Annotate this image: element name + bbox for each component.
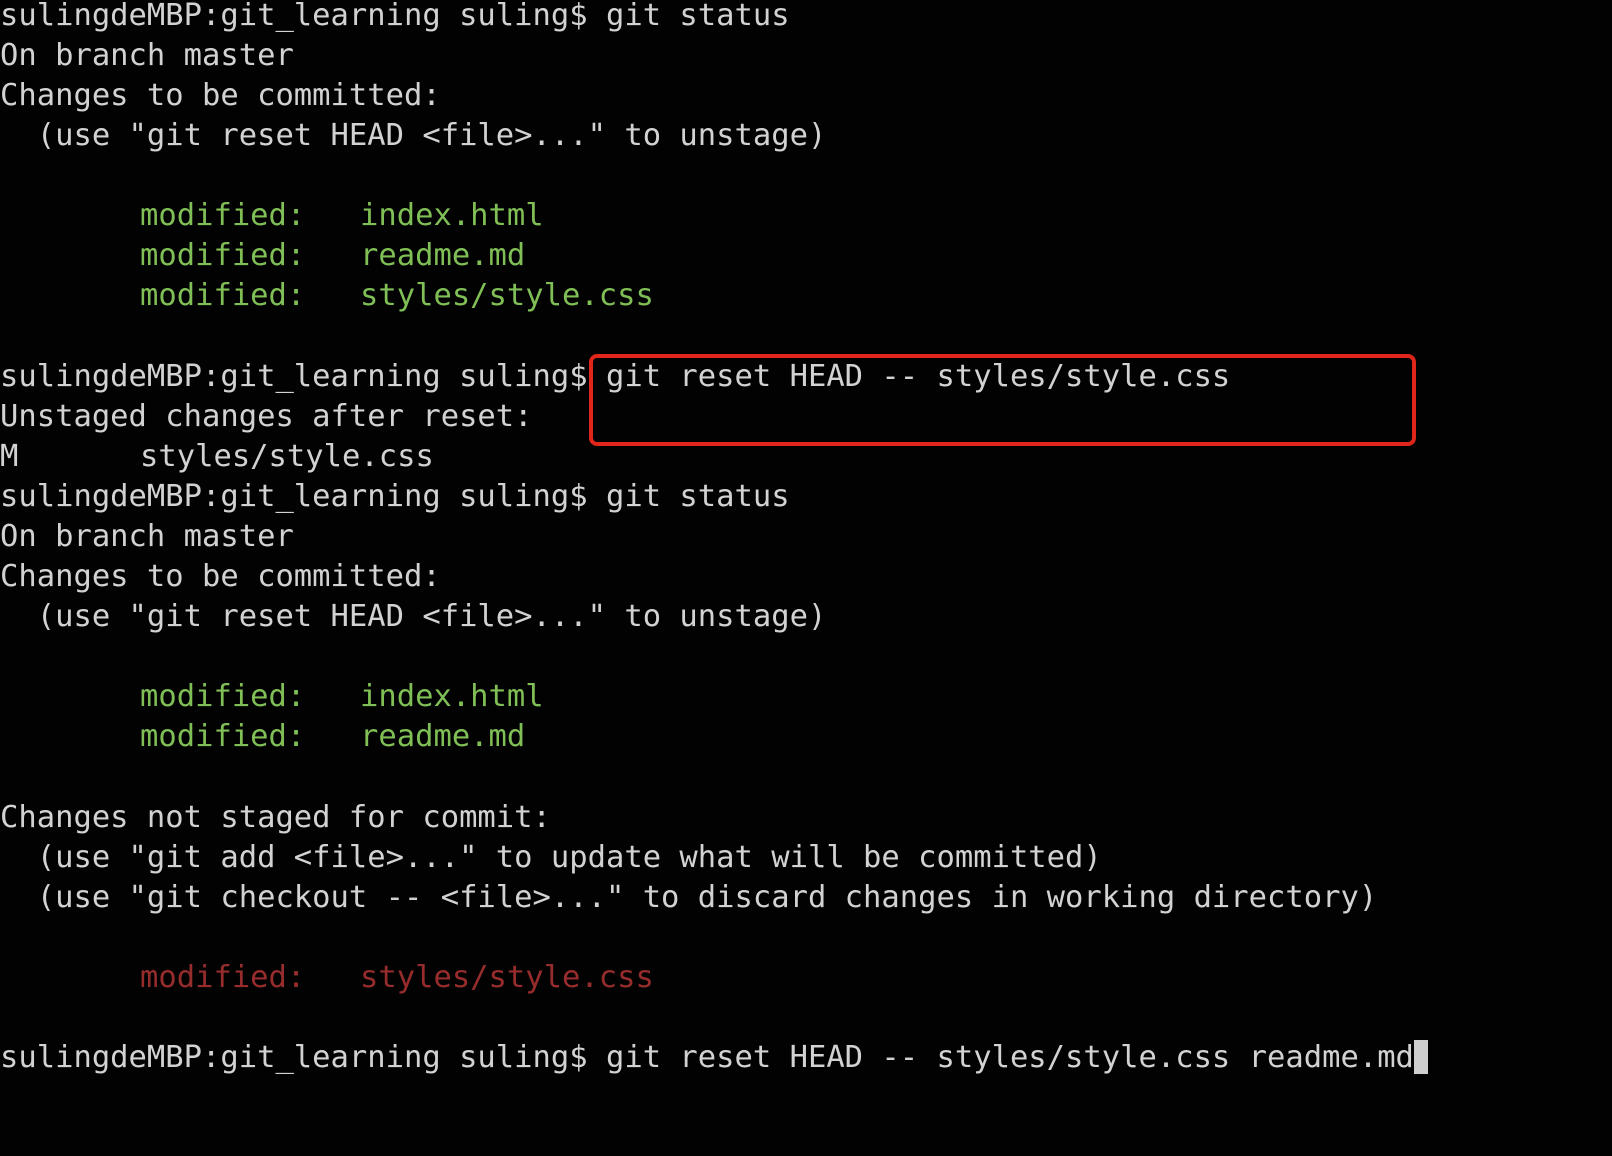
output-unstaged-header: Unstaged changes after reset: — [0, 399, 533, 434]
status-label: modified: — [140, 238, 306, 273]
command-text: git status — [605, 0, 790, 33]
staged-file-row: modified: styles/style.css — [0, 276, 654, 316]
shell-prompt: sulingdeMBP:git_learning suling$ — [0, 479, 606, 514]
terminal-window[interactable]: sulingdeMBP:git_learning suling$ git sta… — [0, 0, 1612, 1156]
status-label: modified: — [140, 278, 306, 313]
status-label: modified: — [140, 198, 306, 233]
output-changes-header: Changes to be committed: — [0, 559, 441, 594]
file-name: readme.md — [360, 238, 526, 273]
staged-file-row: modified: index.html — [0, 677, 544, 717]
shell-prompt: sulingdeMBP:git_learning suling$ — [0, 359, 606, 394]
output-hint: (use "git add <file>..." to update what … — [0, 840, 1102, 875]
staged-file-row: modified: readme.md — [0, 236, 525, 276]
command-line: sulingdeMBP:git_learning suling$ git sta… — [0, 0, 790, 36]
status-flag: M — [0, 439, 19, 474]
file-name: index.html — [360, 198, 544, 233]
unstaged-file-row: modified: styles/style.css — [0, 958, 654, 998]
output-hint: (use "git checkout -- <file>..." to disc… — [0, 880, 1378, 915]
output-hint: (use "git reset HEAD <file>..." to unsta… — [0, 118, 827, 153]
staged-file-row: modified: readme.md — [0, 717, 525, 757]
file-name: styles/style.css — [140, 439, 434, 474]
shell-prompt: sulingdeMBP:git_learning suling$ — [0, 1040, 606, 1075]
file-name: index.html — [360, 679, 544, 714]
shell-prompt: sulingdeMBP:git_learning suling$ — [0, 0, 606, 33]
output-branch: On branch master — [0, 38, 294, 73]
file-name: styles/style.css — [360, 960, 654, 995]
file-name: readme.md — [360, 719, 526, 754]
status-label: modified: — [140, 679, 306, 714]
status-label: modified: — [140, 960, 306, 995]
output-changes-header: Changes to be committed: — [0, 78, 441, 113]
command-line[interactable]: sulingdeMBP:git_learning suling$ git res… — [0, 1038, 1428, 1078]
output-reset-result: Mstyles/style.css — [0, 437, 434, 477]
command-text: git status — [605, 479, 790, 514]
file-name: styles/style.css — [360, 278, 654, 313]
output-hint: (use "git reset HEAD <file>..." to unsta… — [0, 599, 827, 634]
status-label: modified: — [140, 719, 306, 754]
output-branch: On branch master — [0, 519, 294, 554]
command-line: sulingdeMBP:git_learning suling$ git sta… — [0, 477, 790, 517]
highlight-annotation-box — [589, 354, 1416, 446]
output-not-staged-header: Changes not staged for commit: — [0, 800, 551, 835]
command-input[interactable]: git reset HEAD -- styles/style.css readm… — [606, 1040, 1414, 1075]
text-cursor — [1413, 1039, 1428, 1074]
staged-file-row: modified: index.html — [0, 196, 544, 236]
